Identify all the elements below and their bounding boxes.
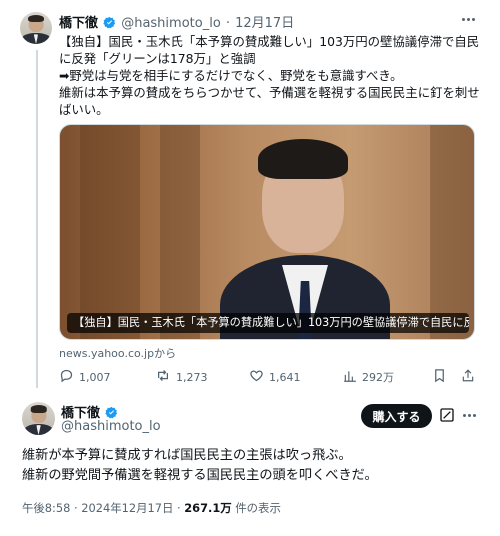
- repost-count: 1,273: [176, 370, 208, 384]
- share-button[interactable]: [461, 368, 475, 386]
- reply-count: 1,007: [79, 370, 111, 384]
- heart-icon: [249, 368, 264, 386]
- reply-text-line: 維新が本予算に賛成すれば国民民主の主張は吹っ飛ぶ。: [22, 448, 352, 463]
- post-text-line: に反発「グリーンは178万」と強調: [59, 51, 256, 66]
- views-count: 292万: [362, 371, 394, 384]
- post-timestamp[interactable]: 午後8:58 · 2024年12月17日 ·: [22, 501, 184, 515]
- reply-author-handle[interactable]: @hashimoto_lo: [61, 419, 161, 434]
- thread-connector-line: [36, 50, 38, 388]
- reply-author-avatar[interactable]: [22, 402, 55, 435]
- post-text-line: 維新は本予算の賛成をちらつかせて、予備選を軽視する国民民主に釘を刺せ: [59, 85, 480, 100]
- post-header: 橋下徹 @hashimoto_lo · 12月17日: [59, 12, 294, 33]
- verified-badge-icon: [103, 14, 116, 33]
- author-name[interactable]: 橋下徹: [59, 16, 98, 31]
- buy-button[interactable]: 購入する: [361, 404, 432, 428]
- author-avatar[interactable]: [20, 12, 52, 44]
- reply-more-options-icon[interactable]: [459, 408, 479, 422]
- post-meta: 午後8:58 · 2024年12月17日 · 267.1万 件の表示: [22, 500, 281, 516]
- separator-dot: ·: [225, 16, 231, 31]
- bookmark-button[interactable]: [433, 368, 446, 386]
- reply-body: 維新が本予算に賛成すれば国民民主の主張は吹っ飛ぶ。 維新の野党間予備選を軽視する…: [22, 446, 378, 486]
- view-count: 267.1万: [184, 501, 232, 515]
- post-text-line: ばいい。: [59, 102, 109, 117]
- grok-icon[interactable]: [439, 407, 455, 423]
- more-options-icon[interactable]: [458, 12, 478, 26]
- reply-text-line: 維新の野党間予備選を軽視する国民民主の頭を叩くべきだ。: [22, 468, 378, 483]
- link-card-caption: 【独自】国民・玉木氏「本予算の賛成難しい」103万円の壁協議停滞で自民に反...: [67, 313, 469, 333]
- link-source[interactable]: news.yahoo.co.jpから: [59, 345, 176, 361]
- post-body: 【独自】国民・玉木氏「本予算の賛成難しい」103万円の壁協議停滞で自民 に反発「…: [59, 33, 480, 118]
- link-card-image[interactable]: 【独自】国民・玉木氏「本予算の賛成難しい」103万円の壁協議停滞で自民に反...: [59, 124, 475, 340]
- reply-author-block: 橋下徹 @hashimoto_lo: [61, 402, 161, 434]
- post-text-line: 【独自】国民・玉木氏「本予算の賛成難しい」103万円の壁協議停滞で自民: [59, 34, 480, 49]
- bookmark-icon: [433, 368, 446, 386]
- repost-icon: [155, 368, 171, 386]
- post-text-line: ➡野党は与党を相手にするだけでなく、野党をも意識すべき。: [59, 68, 403, 83]
- view-count-label: 件の表示: [231, 501, 281, 515]
- share-icon: [461, 368, 475, 386]
- post-actions: 1,007 1,273 1,641 292万: [59, 368, 474, 386]
- views-chart-icon: [343, 369, 357, 386]
- news-photo-person: [220, 135, 390, 339]
- post-date[interactable]: 12月17日: [235, 16, 294, 31]
- like-button[interactable]: 1,641: [249, 368, 301, 386]
- views-button[interactable]: 292万: [343, 368, 394, 386]
- reply-icon: [59, 368, 74, 386]
- author-handle[interactable]: @hashimoto_lo: [121, 16, 221, 31]
- repost-button[interactable]: 1,273: [155, 368, 208, 386]
- like-count: 1,641: [269, 370, 301, 384]
- reply-button[interactable]: 1,007: [59, 368, 111, 386]
